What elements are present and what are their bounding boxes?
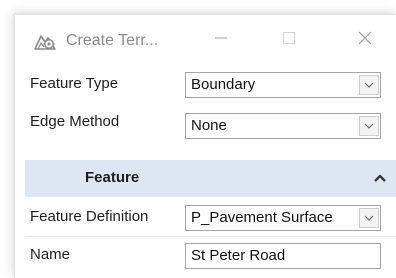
minimize-button[interactable] — [201, 25, 241, 55]
feature-type-value: Boundary — [191, 76, 256, 93]
edge-method-dropdown[interactable]: None — [185, 113, 381, 139]
close-icon — [358, 31, 372, 50]
section-divider — [25, 196, 396, 197]
feature-definition-value: P_Pavement Surface — [191, 209, 333, 226]
row-divider — [25, 236, 396, 237]
feature-type-label: Feature Type — [30, 75, 119, 92]
chevron-up-icon[interactable] — [373, 171, 387, 183]
window-title: Create Terr... — [66, 32, 159, 49]
name-value: St Peter Road — [191, 247, 286, 264]
minimize-icon — [214, 31, 228, 50]
name-row: Name St Peter Road — [15, 239, 396, 271]
maximize-button[interactable] — [269, 25, 309, 55]
feature-type-dropdown[interactable]: Boundary — [185, 72, 381, 98]
title-bar[interactable]: Create Terr... — [15, 15, 396, 66]
chevron-down-icon[interactable] — [359, 208, 379, 228]
edge-method-value: None — [191, 117, 227, 134]
name-label: Name — [30, 246, 71, 263]
name-input[interactable]: St Peter Road — [185, 243, 381, 269]
maximize-icon — [282, 31, 296, 50]
feature-section-header[interactable]: Feature — [25, 160, 396, 196]
terrain-model-icon — [32, 29, 58, 53]
feature-section-title: Feature — [85, 169, 140, 186]
create-terrain-dialog: Create Terr... Feature Type Boundary Edg… — [14, 14, 396, 278]
feature-type-row: Feature Type Boundary — [15, 71, 396, 101]
edge-method-row: Edge Method None — [15, 109, 396, 139]
feature-definition-dropdown[interactable]: P_Pavement Surface — [185, 205, 381, 231]
chevron-down-icon[interactable] — [359, 116, 379, 136]
edge-method-label: Edge Method — [30, 113, 120, 130]
chevron-down-icon[interactable] — [359, 75, 379, 95]
close-button[interactable] — [345, 25, 385, 55]
feature-definition-label: Feature Definition — [30, 208, 149, 225]
feature-definition-row: Feature Definition P_Pavement Surface — [15, 201, 396, 233]
